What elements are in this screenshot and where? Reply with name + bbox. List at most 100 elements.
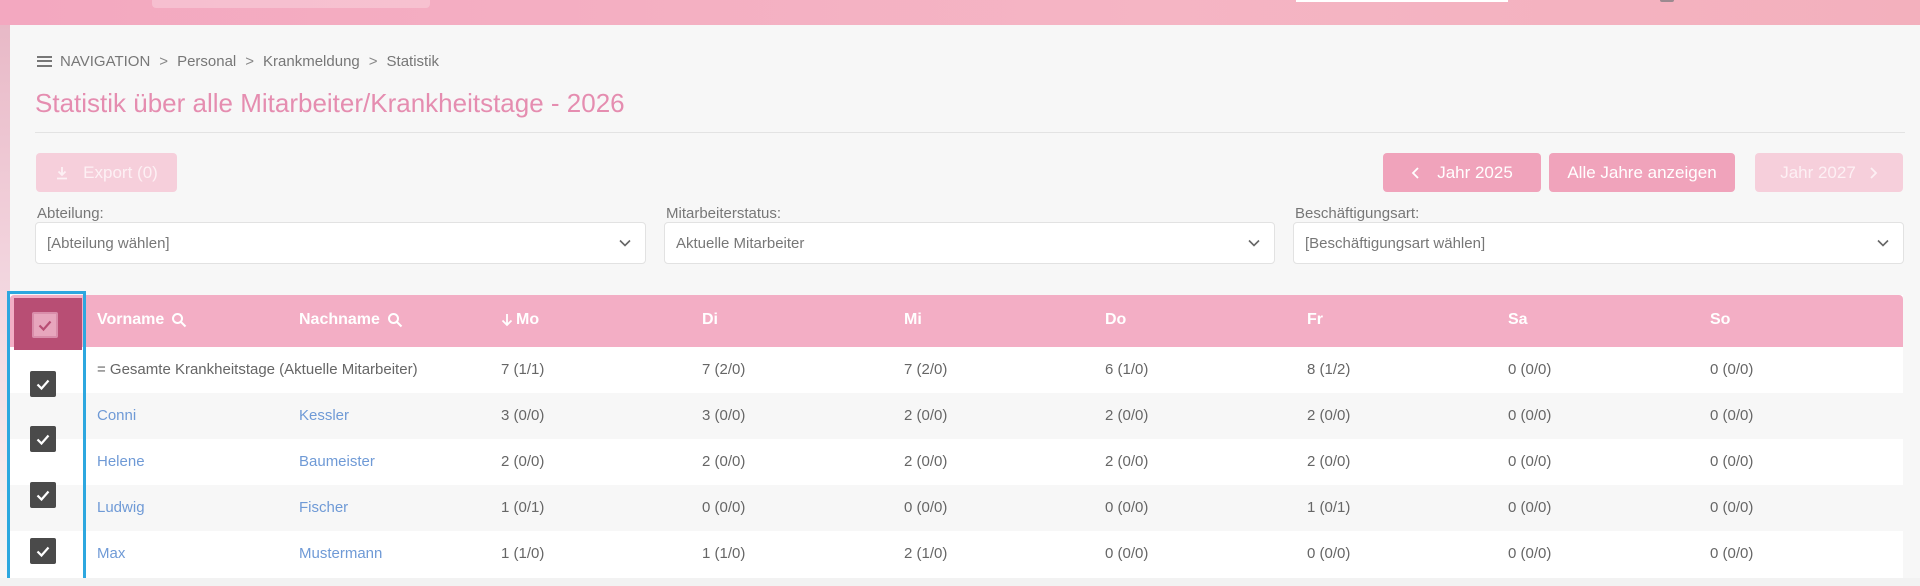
prev-year-label: Jahr 2025 <box>1437 162 1513 182</box>
chevron-left-icon <box>1411 166 1419 179</box>
row-cell-fr: 0 (0/0) <box>1307 545 1351 562</box>
all-years-label: Alle Jahre anzeigen <box>1567 162 1717 182</box>
column-header-fr[interactable]: Fr <box>1307 311 1323 329</box>
row-cell-di: 0 (0/0) <box>702 499 746 516</box>
next-year-label: Jahr 2027 <box>1780 162 1856 182</box>
breadcrumb: NAVIGATION > Personal > Krankmeldung > S… <box>37 52 439 70</box>
summary-cell-mi: 7 (2/0) <box>904 361 948 378</box>
summary-row: = Gesamte Krankheitstage (Aktuelle Mitar… <box>10 347 1903 393</box>
department-value: [Abteilung wählen] <box>47 234 170 252</box>
row-cell-fr: 2 (0/0) <box>1307 453 1351 470</box>
top-bar <box>0 0 1920 25</box>
all-years-button[interactable]: Alle Jahre anzeigen <box>1549 153 1735 192</box>
column-header-mi[interactable]: Mi <box>904 311 922 329</box>
row-cell-sa: 0 (0/0) <box>1508 545 1552 562</box>
user-avatar[interactable] <box>1660 0 1674 2</box>
download-icon <box>57 166 68 179</box>
department-select[interactable]: [Abteilung wählen] <box>35 222 646 264</box>
row-cell-mo: 2 (0/0) <box>501 453 545 470</box>
row-cell-so: 0 (0/0) <box>1710 545 1754 562</box>
summary-cell-fr: 8 (1/2) <box>1307 361 1351 378</box>
export-button[interactable]: Export (0) <box>36 153 177 192</box>
row-cell-mi: 2 (1/0) <box>904 545 948 562</box>
row-firstname-link[interactable]: Helene <box>97 453 145 470</box>
column-header-do[interactable]: Do <box>1105 311 1126 329</box>
employment-value: [Beschäftigungsart wählen] <box>1305 234 1486 252</box>
column-header-lastname-label: Nachname <box>299 311 380 328</box>
breadcrumb-item-statistik: Statistik <box>386 52 440 70</box>
breadcrumb-separator: > <box>159 52 169 70</box>
row-cell-mo: 1 (0/1) <box>501 499 545 516</box>
breadcrumb-separator: > <box>368 52 378 70</box>
summary-cell-do: 6 (1/0) <box>1105 361 1149 378</box>
row-lastname-link[interactable]: Baumeister <box>299 453 375 470</box>
search-icon[interactable] <box>387 312 403 328</box>
statistics-table: Vorname Nachname Mo Di Mi Do Fr Sa So = … <box>10 295 1903 586</box>
breadcrumb-item-personal[interactable]: Personal <box>177 53 236 70</box>
column-header-mo[interactable]: Mo <box>501 311 539 329</box>
column-header-firstname-label: Vorname <box>97 311 165 328</box>
search-icon[interactable] <box>171 312 187 328</box>
row-cell-mi: 2 (0/0) <box>904 453 948 470</box>
row-cell-mi: 2 (0/0) <box>904 407 948 424</box>
row-cell-so: 0 (0/0) <box>1710 499 1754 516</box>
hamburger-icon[interactable] <box>37 55 52 67</box>
table-row: Helene Baumeister 2 (0/0) 2 (0/0) 2 (0/0… <box>10 439 1903 485</box>
row-cell-do: 2 (0/0) <box>1105 407 1149 424</box>
summary-cell-so: 0 (0/0) <box>1710 361 1754 378</box>
prev-year-button[interactable]: Jahr 2025 <box>1383 153 1541 192</box>
next-year-button[interactable]: Jahr 2027 <box>1755 153 1903 192</box>
table-row: Max Mustermann 1 (1/0) 1 (1/0) 2 (1/0) 0… <box>10 531 1903 577</box>
row-cell-fr: 1 (0/1) <box>1307 499 1351 516</box>
column-header-lastname[interactable]: Nachname <box>299 311 403 329</box>
checkbox-column-highlight <box>7 291 86 581</box>
row-cell-so: 0 (0/0) <box>1710 407 1754 424</box>
row-lastname-link[interactable]: Kessler <box>299 407 349 424</box>
employment-select[interactable]: [Beschäftigungsart wählen] <box>1293 222 1904 264</box>
row-cell-mo: 3 (0/0) <box>501 407 545 424</box>
row-cell-di: 3 (0/0) <box>702 407 746 424</box>
row-cell-di: 2 (0/0) <box>702 453 746 470</box>
row-cell-mo: 1 (1/0) <box>501 545 545 562</box>
chevron-down-icon <box>619 239 631 247</box>
row-cell-do: 2 (0/0) <box>1105 453 1149 470</box>
row-cell-sa: 0 (0/0) <box>1508 453 1552 470</box>
row-lastname-link[interactable]: Fischer <box>299 499 348 516</box>
chevron-down-icon <box>1248 239 1260 247</box>
row-cell-do: 0 (0/0) <box>1105 545 1149 562</box>
arrow-down-icon <box>501 314 513 327</box>
row-cell-do: 0 (0/0) <box>1105 499 1149 516</box>
summary-cell-mo: 7 (1/1) <box>501 361 545 378</box>
row-lastname-link[interactable]: Mustermann <box>299 545 382 562</box>
summary-label: = Gesamte Krankheitstage (Aktuelle Mitar… <box>97 361 418 378</box>
row-cell-sa: 0 (0/0) <box>1508 407 1552 424</box>
status-select[interactable]: Aktuelle Mitarbeiter <box>664 222 1275 264</box>
column-header-di[interactable]: Di <box>702 311 718 329</box>
employment-label: Beschäftigungsart: <box>1295 205 1420 222</box>
row-cell-fr: 2 (0/0) <box>1307 407 1351 424</box>
page-title: Statistik über alle Mitarbeiter/Krankhei… <box>35 88 625 118</box>
top-input[interactable] <box>1296 0 1508 2</box>
next-row-edge <box>0 578 1920 586</box>
table-row: Conni Kessler 3 (0/0) 3 (0/0) 2 (0/0) 2 … <box>10 393 1903 439</box>
row-firstname-link[interactable]: Ludwig <box>97 499 145 516</box>
breadcrumb-item-krankmeldung[interactable]: Krankmeldung <box>263 53 360 70</box>
column-header-sa[interactable]: Sa <box>1508 311 1528 329</box>
title-divider <box>35 132 1905 133</box>
row-firstname-link[interactable]: Conni <box>97 407 136 424</box>
table-header: Vorname Nachname Mo Di Mi Do Fr Sa So <box>10 295 1903 347</box>
chevron-down-icon <box>1877 239 1889 247</box>
row-cell-di: 1 (1/0) <box>702 545 746 562</box>
department-label: Abteilung: <box>37 205 104 222</box>
column-header-mo-label: Mo <box>516 311 540 328</box>
breadcrumb-navigation[interactable]: NAVIGATION <box>60 53 150 70</box>
column-header-firstname[interactable]: Vorname <box>97 311 187 329</box>
column-header-so[interactable]: So <box>1710 311 1730 329</box>
row-firstname-link[interactable]: Max <box>97 545 125 562</box>
summary-cell-sa: 0 (0/0) <box>1508 361 1552 378</box>
breadcrumb-separator: > <box>245 52 255 70</box>
row-cell-so: 0 (0/0) <box>1710 453 1754 470</box>
status-label: Mitarbeiterstatus: <box>666 205 782 222</box>
summary-cell-di: 7 (2/0) <box>702 361 746 378</box>
top-search-field[interactable] <box>152 0 430 8</box>
